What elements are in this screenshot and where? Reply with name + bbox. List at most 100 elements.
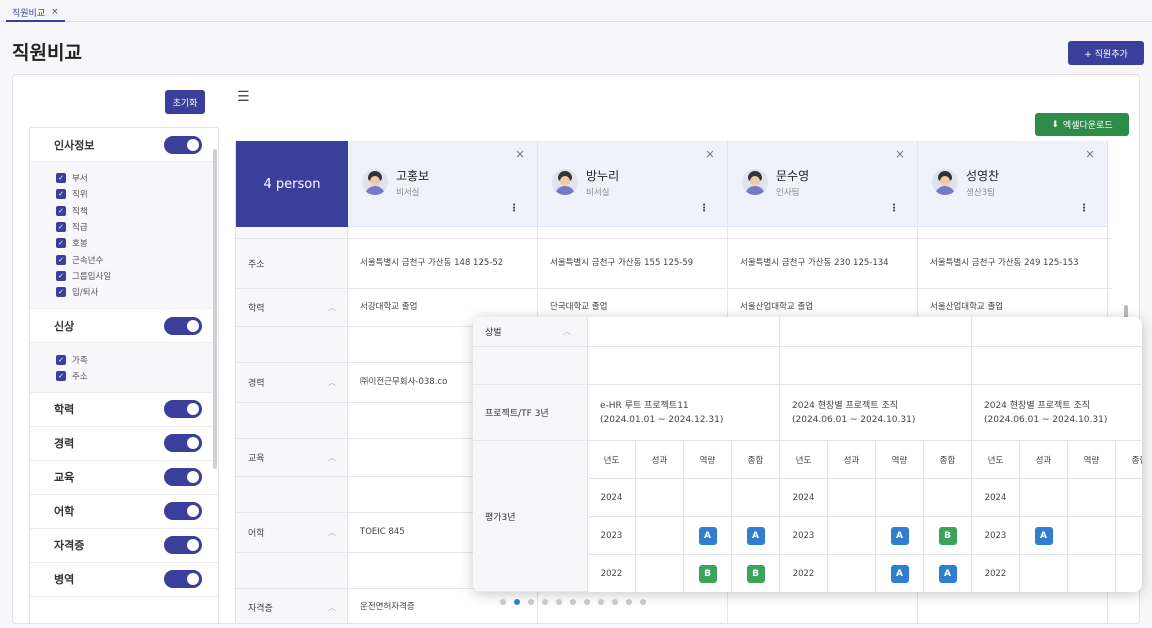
checkbox-checked-icon[interactable]: ✓ <box>56 222 66 233</box>
filter-section-toggle[interactable] <box>164 570 202 589</box>
pagination-dot[interactable] <box>514 599 520 605</box>
pagination-dot[interactable] <box>584 599 590 605</box>
filter-checkbox-item[interactable]: ✓ 입/퇴사 <box>56 284 218 300</box>
pagination-dot[interactable] <box>556 599 562 605</box>
checkbox-checked-icon[interactable]: ✓ <box>56 189 66 200</box>
add-employee-button[interactable]: + 직원추가 <box>1068 41 1144 65</box>
collapse-chevron-icon[interactable]: ︿ <box>328 302 336 313</box>
more-options-icon[interactable]: ⋮ <box>889 203 899 214</box>
avatar-body <box>555 186 575 195</box>
remove-employee-icon[interactable]: × <box>705 147 715 161</box>
excel-download-button[interactable]: ⬇ 엑셀다운로드 <box>1035 113 1129 136</box>
table-row: 자격증 ︿ 운전면허자격증 <box>236 589 1112 623</box>
eval-cell <box>924 479 972 517</box>
grade-badge: B <box>698 564 717 583</box>
filter-section-header: 경력 <box>30 427 218 461</box>
eval-year-cell: 2024 <box>780 479 828 517</box>
table-cell: 서울특별시 금천구 가산동 249 125-153 <box>918 239 1108 288</box>
collapse-chevron-icon[interactable]: ︿ <box>328 377 336 388</box>
employee-card: × 문수영 인사팀 ⋮ <box>728 141 918 227</box>
hamburger-menu-icon[interactable]: ☰ <box>237 89 250 105</box>
eval-cell: A <box>732 517 780 555</box>
filter-checkbox-item[interactable]: ✓ 주소 <box>56 368 218 384</box>
filter-item-label: 가족 <box>72 355 88 366</box>
row-label-text: 경력 <box>248 379 265 389</box>
collapse-chevron-icon[interactable]: ︿ <box>328 602 336 613</box>
filter-checkbox-item[interactable]: ✓ 직급 <box>56 219 218 235</box>
avatar-body <box>935 186 955 195</box>
checkbox-checked-icon[interactable]: ✓ <box>56 270 66 281</box>
tab-employee-compare[interactable]: 직원비교 × <box>6 4 65 22</box>
filter-section-title: 어학 <box>54 505 75 519</box>
checkbox-checked-icon[interactable]: ✓ <box>56 370 66 381</box>
eval-cell <box>1020 479 1068 517</box>
filter-section-toggle[interactable] <box>164 536 202 555</box>
collapse-chevron-icon[interactable]: ︿ <box>328 452 336 463</box>
grade-badge: A <box>746 526 765 545</box>
eval-header-cell: 종합 <box>1116 441 1142 479</box>
filter-checkbox-item[interactable]: ✓ 부서 <box>56 170 218 186</box>
filter-section-header: 학력 <box>30 393 218 427</box>
pagination-dot[interactable] <box>500 599 506 605</box>
filter-checkbox-item[interactable]: ✓ 직위 <box>56 186 218 202</box>
filter-section-toggle[interactable] <box>164 502 202 521</box>
employee-card: × 방누리 비서실 ⋮ <box>538 141 728 227</box>
employee-name: 문수영 <box>776 169 810 183</box>
remove-employee-icon[interactable]: × <box>515 147 525 161</box>
checkbox-checked-icon[interactable]: ✓ <box>56 354 66 365</box>
more-options-icon[interactable]: ⋮ <box>509 203 519 214</box>
filter-section-title: 신상 <box>54 319 75 333</box>
checkbox-checked-icon[interactable]: ✓ <box>56 205 66 216</box>
collapse-chevron-icon[interactable]: ︿ <box>563 326 571 337</box>
filter-checkbox-item[interactable]: ✓ 가족 <box>56 351 218 367</box>
filter-section-toggle[interactable] <box>164 400 202 419</box>
pagination-dot[interactable] <box>570 599 576 605</box>
pagination-dot[interactable] <box>640 599 646 605</box>
checkbox-checked-icon[interactable]: ✓ <box>56 238 66 249</box>
filter-item-label: 직책 <box>72 206 88 217</box>
pagination-dot[interactable] <box>598 599 604 605</box>
filter-item-label: 직급 <box>72 223 88 234</box>
eval-cell <box>828 517 876 555</box>
checkbox-checked-icon[interactable]: ✓ <box>56 287 66 298</box>
avatar-body <box>745 186 765 195</box>
eval-header-cell: 종합 <box>732 441 780 479</box>
pagination-dot[interactable] <box>528 599 534 605</box>
filter-checkbox-item[interactable]: ✓ 그룹입사일 <box>56 268 218 284</box>
filter-section-toggle[interactable] <box>164 316 202 335</box>
filter-checkbox-item[interactable]: ✓ 호봉 <box>56 235 218 251</box>
row-label <box>236 553 348 588</box>
more-options-icon[interactable]: ⋮ <box>699 203 709 214</box>
eval-cell: B <box>684 555 732 592</box>
filter-section-toggle[interactable] <box>164 434 202 453</box>
reset-button[interactable]: 초기화 <box>165 90 205 114</box>
avatar-face <box>750 176 760 186</box>
filter-section-toggle[interactable] <box>164 135 202 154</box>
row-label-text: 자격증 <box>248 604 273 614</box>
filter-section-toggle[interactable] <box>164 468 202 487</box>
filter-checkbox-item[interactable]: ✓ 직책 <box>56 203 218 219</box>
checkbox-checked-icon[interactable]: ✓ <box>56 173 66 184</box>
pagination-dot[interactable] <box>612 599 618 605</box>
download-icon: ⬇ <box>1051 119 1059 130</box>
tab-close-icon[interactable]: × <box>51 7 59 17</box>
project-name: 2024 현장별 프로젝트 조직 <box>792 400 899 411</box>
remove-employee-icon[interactable]: × <box>895 147 905 161</box>
remove-employee-icon[interactable]: × <box>1085 147 1095 161</box>
eval-year-cell: 2022 <box>588 555 636 592</box>
project-period: (2024.06.01 ~ 2024.10.31) <box>984 414 1108 425</box>
filter-checkbox-item[interactable]: ✓ 근속년수 <box>56 251 218 267</box>
pagination-dot[interactable] <box>626 599 632 605</box>
row-label: 학력 ︿ <box>236 289 348 326</box>
row-label-text: 학력 <box>248 304 265 314</box>
pagination-dot[interactable] <box>542 599 548 605</box>
more-options-icon[interactable]: ⋮ <box>1079 203 1089 214</box>
excel-download-label: 엑셀다운로드 <box>1062 121 1113 131</box>
filter-scrollbar[interactable] <box>213 149 217 469</box>
row-label: 어학 ︿ <box>236 513 348 552</box>
eval-header-cell: 년도 <box>972 441 1020 479</box>
employee-department: 비서실 <box>396 188 420 198</box>
table-row: 주소 서울특별시 금천구 가산동 148 125-52 서울특별시 금천구 가산동 … <box>236 239 1112 289</box>
checkbox-checked-icon[interactable]: ✓ <box>56 254 66 265</box>
collapse-chevron-icon[interactable]: ︿ <box>328 527 336 538</box>
